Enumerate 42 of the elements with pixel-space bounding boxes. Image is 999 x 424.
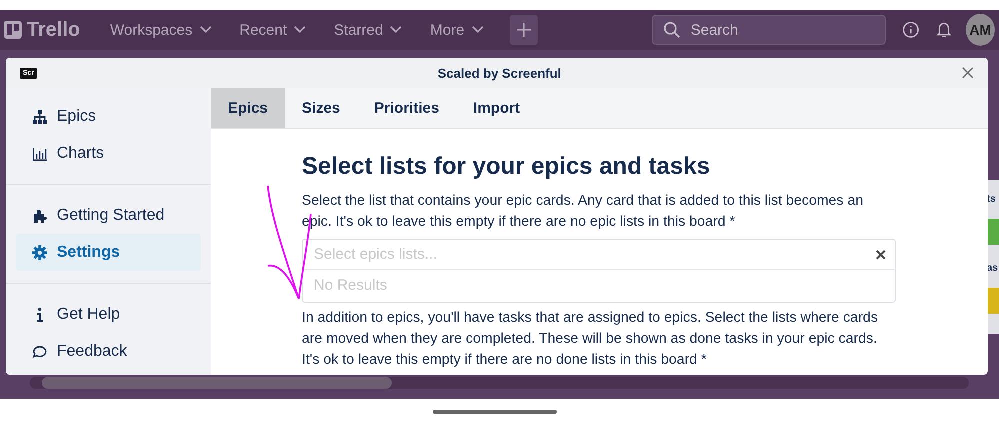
scrollbar-thumb[interactable] [42,377,392,389]
settings-icon [32,244,48,260]
modal-title: Scaled by Screenful [436,66,562,80]
board-icon [4,21,22,39]
tab[interactable]: Import [456,88,538,128]
avatar[interactable]: AM [966,14,996,46]
plus-icon [516,22,532,38]
chevron-down-icon [200,26,212,34]
instruction-text: In addition to epics, you'll have tasks that are assigned to epics. Select the lists where cards are moved when they are completed. These will be shown as done tasks in your epic cards. It's ok to leave this empty if there are no done lists in this board * [302,309,880,370]
sidebar-item[interactable]: Getting Started [16,197,201,234]
puzzle-icon [32,208,48,224]
create-button[interactable] [510,15,538,45]
sidebar-item[interactable]: Feedback [16,333,201,370]
tab[interactable]: Sizes [285,88,358,128]
chevron-down-icon [390,26,402,34]
hierarchy-icon [32,108,48,124]
sidebar-item[interactable]: Settings [16,234,201,271]
list-title: as [987,263,999,274]
trello-logo[interactable]: Trello [4,18,80,42]
search-input[interactable]: Search [688,20,873,40]
tab[interactable]: Epics [211,88,286,128]
logo-text: Trello [27,18,80,42]
sidebar-item[interactable]: Get Help [16,296,201,333]
bar-chart-icon [32,146,48,162]
menu-button[interactable]: More [422,22,492,38]
close-icon[interactable] [962,67,974,79]
search-field[interactable]: Search [652,15,886,45]
menu-button[interactable]: Starred [326,22,410,38]
sidebar-item[interactable]: Charts [16,135,201,172]
list-title: ts [987,194,997,205]
tab[interactable]: Priorities [357,88,456,128]
search-icon [662,21,681,39]
sidebar-item[interactable]: Epics [16,98,201,135]
bell-icon[interactable] [936,20,952,40]
menu-button[interactable]: Workspaces [102,22,220,38]
chat-icon [32,344,48,360]
section-heading: Select lists for your epics and tasks [302,153,712,181]
chevron-down-icon [294,26,306,34]
chevron-down-icon [472,26,484,34]
info-icon[interactable] [902,20,920,40]
clear-icon[interactable] [876,250,886,260]
menu-button[interactable]: Recent [232,22,314,38]
